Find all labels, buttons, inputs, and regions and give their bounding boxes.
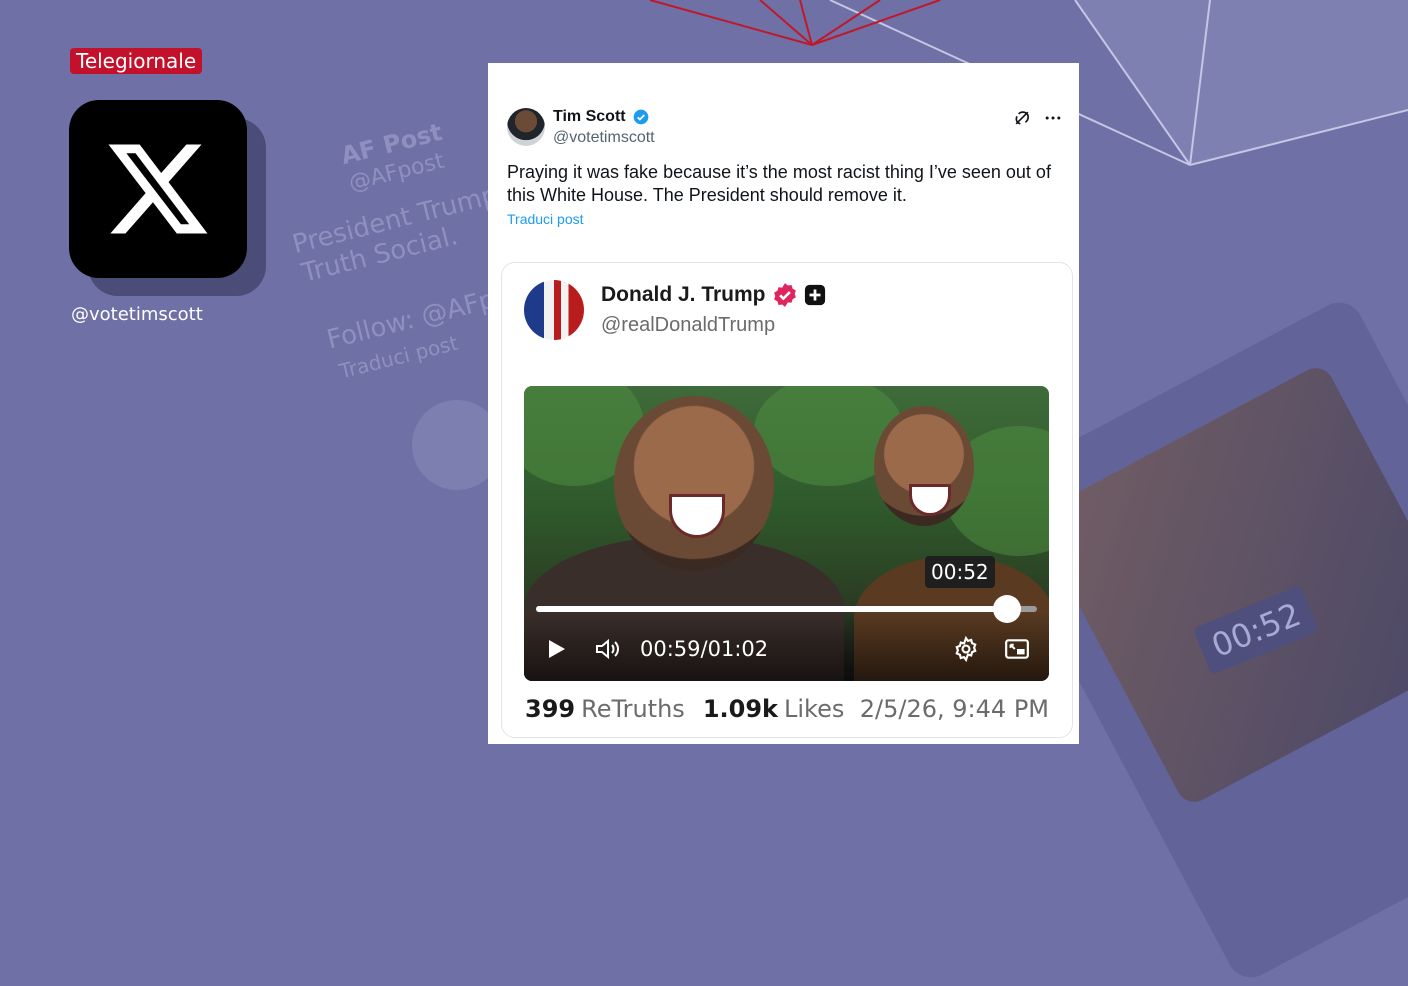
video-duration: 01:02: [707, 637, 769, 661]
more-options-icon[interactable]: [1042, 108, 1064, 128]
x-glyph-icon: [108, 144, 208, 234]
video-right-controls: [953, 636, 1030, 662]
plus-badge-icon: [804, 284, 825, 306]
video-current-time: 00:59: [640, 637, 701, 661]
embedded-author-handle[interactable]: @realDonaldTrump: [601, 314, 775, 337]
retruths-label[interactable]: ReTruths: [581, 695, 685, 723]
retruths-count[interactable]: 399: [525, 695, 575, 723]
picture-in-picture-icon[interactable]: [1004, 636, 1030, 662]
video-progress-track[interactable]: [536, 595, 1037, 623]
author-avatar[interactable]: [507, 108, 545, 146]
video-face-left: [614, 396, 774, 571]
program-badge: Telegiornale: [70, 48, 203, 74]
settings-gear-icon[interactable]: [953, 636, 979, 662]
x-handle: @votetimscott: [71, 304, 203, 325]
truth-verified-badge-icon: [773, 283, 796, 307]
volume-icon[interactable]: [594, 636, 622, 662]
play-icon[interactable]: [544, 637, 568, 661]
translate-post-link[interactable]: Traduci post: [507, 211, 584, 227]
verified-badge-icon: [633, 109, 649, 125]
likes-label[interactable]: Likes: [784, 695, 844, 723]
tweet-actions: [1012, 108, 1064, 128]
scrub-time-tooltip: 00:52: [925, 556, 995, 588]
author-name[interactable]: Tim Scott: [553, 108, 626, 125]
video-progress-thumb[interactable]: [992, 595, 1021, 623]
video-time-display: 00:59/01:02: [640, 637, 768, 661]
x-logo-icon: [69, 100, 247, 278]
grok-icon[interactable]: [1012, 108, 1032, 128]
likes-count[interactable]: 1.09k: [703, 695, 778, 723]
post-stats: 399 ReTruths 1.09k Likes 2/5/26, 9:44 PM: [525, 695, 1049, 723]
author-handle[interactable]: @votetimscott: [553, 129, 655, 147]
author-name-row[interactable]: Tim Scott: [553, 108, 649, 126]
post-date: 2/5/26, 9:44 PM: [859, 695, 1049, 723]
embedded-author-name[interactable]: Donald J. Trump: [601, 283, 766, 307]
embedded-author-name-row[interactable]: Donald J. Trump: [601, 282, 826, 308]
embedded-author-avatar[interactable]: [524, 280, 584, 340]
tweet-text: Praying it was fake because it’s the mos…: [507, 162, 1051, 205]
video-left-controls: 00:59/01:02: [544, 636, 768, 662]
video-progress-fill: [536, 606, 1007, 612]
video-time-separator: /: [700, 637, 708, 661]
